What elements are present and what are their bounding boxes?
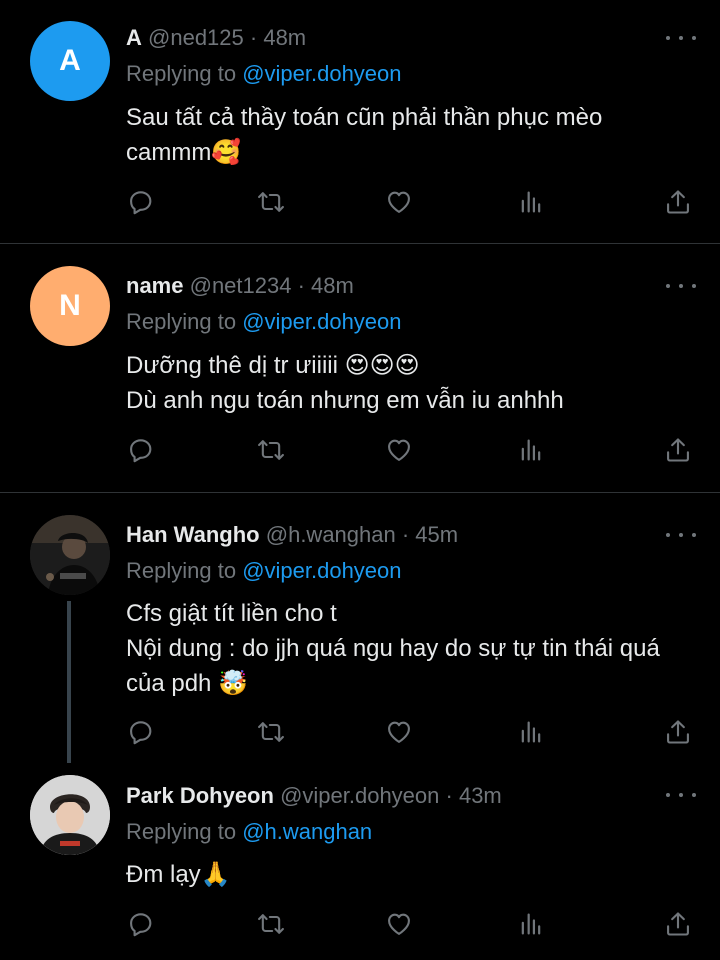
meta-separator: · <box>291 273 312 298</box>
handle[interactable]: @viper.dohyeon <box>280 783 439 808</box>
replying-to-mention[interactable]: @viper.dohyeon <box>242 558 401 583</box>
tweet[interactable]: Park Dohyeon @viper.dohyeon · 43m Replyi… <box>0 761 720 960</box>
handle[interactable]: @h.wanghan <box>266 522 396 547</box>
replying-to: Replying to @viper.dohyeon <box>126 556 402 586</box>
replying-to-label: Replying to <box>126 309 243 334</box>
like-icon[interactable] <box>384 717 414 747</box>
timestamp[interactable]: 43m <box>459 783 502 808</box>
meta-separator: · <box>439 783 459 808</box>
meta-separator: · <box>395 522 416 547</box>
analytics-icon[interactable] <box>516 187 546 217</box>
handle[interactable]: @ned125 <box>148 25 244 50</box>
timestamp[interactable]: 45m <box>415 522 458 547</box>
tweet-header: Han Wangho @h.wanghan · 45m <box>126 520 458 550</box>
reply-icon[interactable] <box>126 435 156 465</box>
timestamp[interactable]: 48m <box>263 25 306 50</box>
analytics-icon[interactable] <box>516 717 546 747</box>
display-name[interactable]: name <box>126 273 183 298</box>
tweet-text: Sau tất cả thầy toán cũn phải thần phục … <box>126 104 610 166</box>
display-name[interactable]: Han Wangho <box>126 522 260 547</box>
like-icon[interactable] <box>384 435 414 465</box>
tweet-header: A @ned125 · 48m <box>126 23 306 53</box>
like-icon[interactable] <box>384 187 414 217</box>
more-icon[interactable] <box>666 785 696 805</box>
reply-icon[interactable] <box>126 909 156 939</box>
replying-to: Replying to @viper.dohyeon <box>126 307 402 337</box>
replying-to-label: Replying to <box>126 558 243 583</box>
share-icon[interactable] <box>663 187 693 217</box>
replying-to-label: Replying to <box>126 819 243 844</box>
tweet-header: name @net1234 · 48m <box>126 271 354 301</box>
more-icon[interactable] <box>666 525 696 545</box>
more-icon[interactable] <box>666 276 696 296</box>
share-icon[interactable] <box>663 717 693 747</box>
reply-icon[interactable] <box>126 717 156 747</box>
avatar[interactable] <box>30 775 110 855</box>
retweet-icon[interactable] <box>256 717 286 747</box>
display-name[interactable]: Park Dohyeon <box>126 783 274 808</box>
replying-to-mention[interactable]: @viper.dohyeon <box>242 61 401 86</box>
tweet-actions <box>126 717 696 747</box>
tweet[interactable]: N name @net1234 · 48m Replying to @viper… <box>0 244 720 492</box>
tweet-text: Đm lạy🙏 <box>126 861 231 888</box>
avatar-photo <box>30 515 110 595</box>
retweet-icon[interactable] <box>256 435 286 465</box>
replying-to-mention[interactable]: @viper.dohyeon <box>242 309 401 334</box>
analytics-icon[interactable] <box>516 909 546 939</box>
avatar-letter: A <box>59 44 81 77</box>
reply-icon[interactable] <box>126 187 156 217</box>
more-icon[interactable] <box>666 28 696 48</box>
retweet-icon[interactable] <box>256 909 286 939</box>
meta-separator: · <box>243 25 264 50</box>
tweet[interactable]: Han Wangho @h.wanghan · 45m Replying to … <box>0 493 720 763</box>
tweet[interactable]: A A @ned125 · 48m Replying to @viper.doh… <box>0 0 720 243</box>
share-icon[interactable] <box>663 435 693 465</box>
avatar[interactable] <box>30 515 110 595</box>
avatar[interactable]: A <box>30 21 110 101</box>
tweet-actions <box>126 909 696 939</box>
tweet-text: Cfs giật tít liền cho t Nội dung : do jj… <box>126 600 660 697</box>
analytics-icon[interactable] <box>516 435 546 465</box>
avatar[interactable]: N <box>30 266 110 346</box>
replying-to: Replying to @viper.dohyeon <box>126 59 402 89</box>
avatar-letter: N <box>59 289 81 322</box>
display-name[interactable]: A <box>126 25 142 50</box>
avatar-photo <box>30 775 110 855</box>
like-icon[interactable] <box>384 909 414 939</box>
replying-to-label: Replying to <box>126 61 243 86</box>
handle[interactable]: @net1234 <box>190 273 292 298</box>
thread-line <box>67 601 71 763</box>
share-icon[interactable] <box>663 909 693 939</box>
replying-to: Replying to @h.wanghan <box>126 817 372 847</box>
retweet-icon[interactable] <box>256 187 286 217</box>
tweet-actions <box>126 187 696 217</box>
timestamp[interactable]: 48m <box>311 273 354 298</box>
tweet-actions <box>126 435 696 465</box>
tweet-text: Dưỡng thê dị tr ưiiiii 😍😍😍 Dù anh ngu to… <box>126 352 564 414</box>
tweet-header: Park Dohyeon @viper.dohyeon · 43m <box>126 781 502 811</box>
replying-to-mention[interactable]: @h.wanghan <box>242 819 372 844</box>
